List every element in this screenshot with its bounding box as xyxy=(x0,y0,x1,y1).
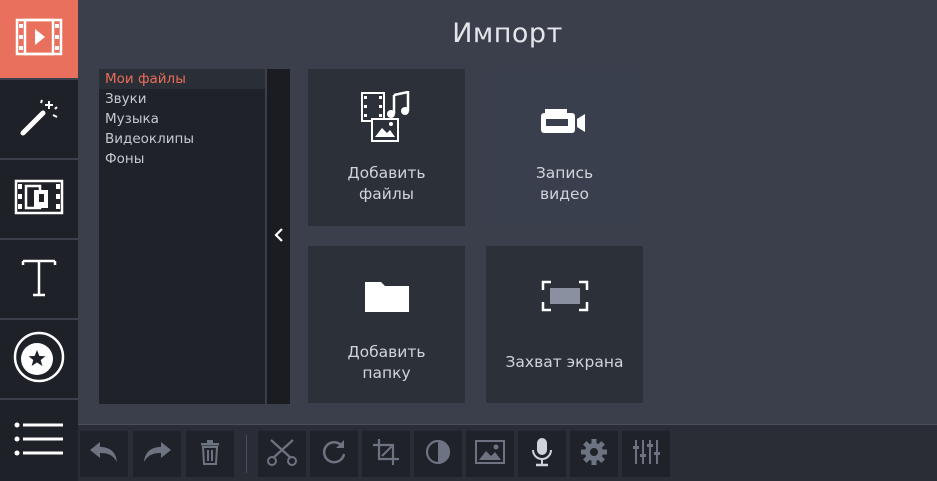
settings-button[interactable] xyxy=(570,431,618,477)
import-tab-button[interactable] xyxy=(0,0,78,78)
file-category-list: Мои файлы Звуки Музыка Видеоклипы Фоны xyxy=(99,69,265,404)
page-title: Импорт xyxy=(452,18,563,49)
trash-icon xyxy=(199,439,221,469)
settings-gear-icon xyxy=(580,438,608,470)
more-tab-button[interactable] xyxy=(0,400,78,481)
add-media-files-icon xyxy=(308,91,465,145)
folder-icon xyxy=(308,278,465,314)
transition-film-icon xyxy=(14,177,64,221)
microphone-icon xyxy=(531,437,553,471)
undo-icon xyxy=(88,440,120,468)
add-folder-label: Добавить папку xyxy=(347,343,426,382)
menu-list-icon xyxy=(13,419,65,463)
stickers-tab-button[interactable] xyxy=(0,320,78,398)
left-toolbar xyxy=(0,0,78,481)
collapse-panel-button[interactable] xyxy=(267,69,290,404)
list-item-my-files[interactable]: Мои файлы xyxy=(99,69,265,89)
chevron-left-icon xyxy=(273,227,284,247)
record-video-tile[interactable]: Запись видео xyxy=(486,69,643,226)
cut-button[interactable] xyxy=(258,431,306,477)
color-adjust-button[interactable] xyxy=(414,431,462,477)
add-files-label: Добавить файлы xyxy=(347,164,426,203)
record-video-label: Запись видео xyxy=(535,164,594,203)
rotate-icon xyxy=(320,438,348,470)
image-button[interactable] xyxy=(466,431,514,477)
sticker-star-icon xyxy=(11,329,67,389)
record-audio-button[interactable] xyxy=(518,431,566,477)
list-item-sounds[interactable]: Звуки xyxy=(99,89,265,109)
film-import-icon xyxy=(15,17,63,61)
undo-button[interactable] xyxy=(80,431,128,477)
list-item-music[interactable]: Музыка xyxy=(99,109,265,129)
screen-capture-label: Захват экрана xyxy=(505,353,624,371)
delete-button[interactable] xyxy=(186,431,234,477)
add-files-tile[interactable]: Добавить файлы xyxy=(308,69,465,226)
equalizer-icon xyxy=(632,438,660,470)
titles-tab-button[interactable] xyxy=(0,240,78,318)
list-item-videoclips[interactable]: Видеоклипы xyxy=(99,129,265,149)
screen-capture-icon xyxy=(486,280,643,312)
magic-wand-icon xyxy=(17,95,61,143)
bottom-toolbar xyxy=(78,424,937,481)
image-icon xyxy=(474,439,506,469)
color-adjust-icon xyxy=(425,439,451,469)
add-folder-tile[interactable]: Добавить папку xyxy=(308,246,465,403)
redo-icon xyxy=(141,440,173,468)
text-icon xyxy=(19,255,59,303)
video-camera-icon xyxy=(486,107,643,135)
rotate-button[interactable] xyxy=(310,431,358,477)
scissors-icon xyxy=(267,438,297,470)
list-item-backgrounds[interactable]: Фоны xyxy=(99,149,265,169)
transitions-tab-button[interactable] xyxy=(0,160,78,238)
redo-button[interactable] xyxy=(133,431,181,477)
equalizer-button[interactable] xyxy=(622,431,670,477)
crop-icon xyxy=(372,438,400,470)
screen-capture-tile[interactable]: Захват экрана xyxy=(486,246,643,403)
filters-tab-button[interactable] xyxy=(0,80,78,158)
crop-button[interactable] xyxy=(362,431,410,477)
